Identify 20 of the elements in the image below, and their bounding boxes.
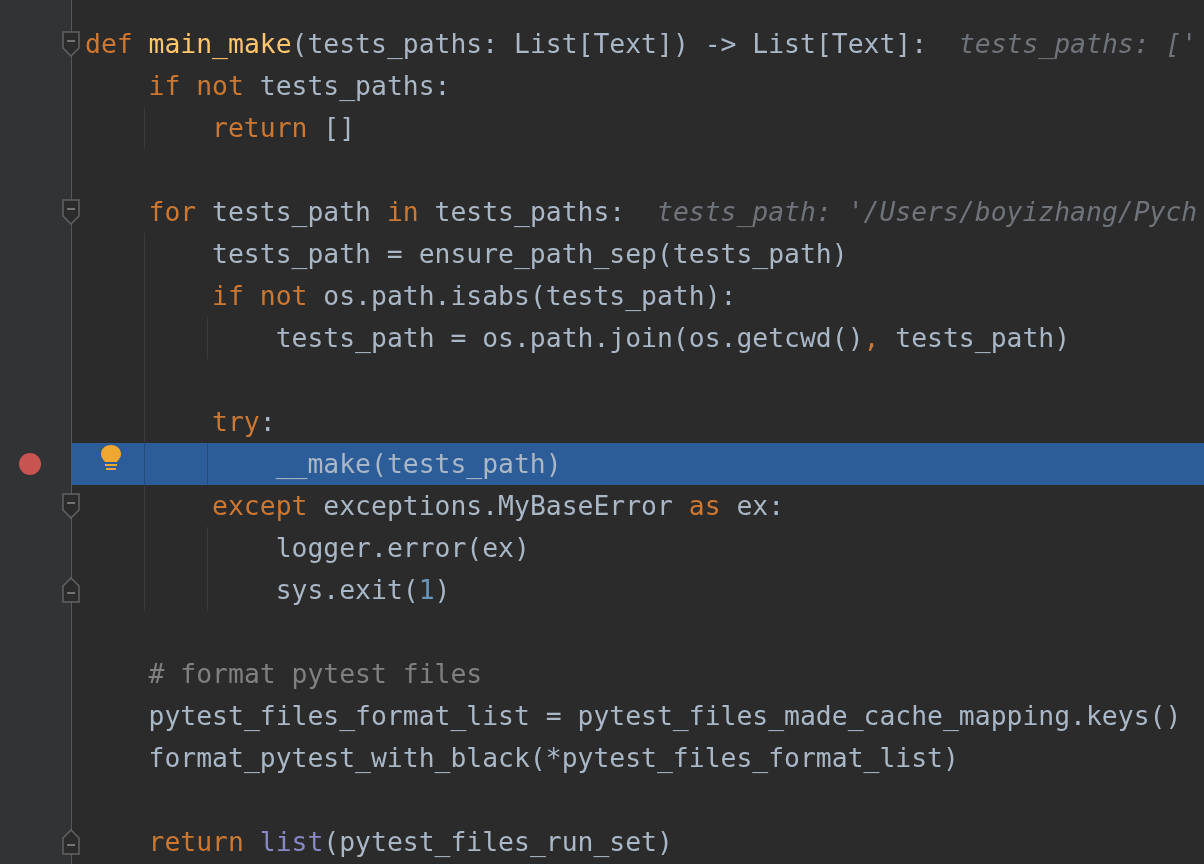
code-line: if not os.path.isabs(tests_path): bbox=[72, 275, 1204, 317]
fold-icon[interactable] bbox=[62, 199, 80, 225]
code-line: # format pytest files bbox=[147, 657, 484, 691]
code-line: return [] bbox=[72, 107, 1204, 149]
fold-icon[interactable] bbox=[62, 829, 80, 855]
breakpoint-icon[interactable] bbox=[19, 453, 41, 475]
code-line: format_pytest_with_black(*pytest_files_format_list) bbox=[147, 741, 960, 775]
code-line: if not tests_paths: bbox=[147, 69, 452, 103]
code-line: pytest_files_format_list = pytest_files_made_cache_mapping.keys() bbox=[147, 699, 1183, 733]
fold-icon[interactable] bbox=[62, 577, 80, 603]
code-line: for tests_path in tests_paths: tests_path: '/Users/boyizhang/Pych bbox=[147, 195, 1199, 229]
code-line: tests_path = ensure_path_sep(tests_path) bbox=[72, 233, 1204, 275]
fold-icon[interactable] bbox=[62, 31, 80, 57]
code-line: return list(pytest_files_run_set) bbox=[147, 825, 674, 859]
lightbulb-icon[interactable] bbox=[100, 444, 122, 472]
code-line: try: bbox=[72, 401, 1204, 443]
code-line: def main_make(tests_paths: List[Text]) -> List[Text]: tests_paths: [' bbox=[84, 27, 1199, 61]
code-line: logger.error(ex) bbox=[72, 527, 1204, 569]
fold-icon[interactable] bbox=[62, 493, 80, 519]
code-line: tests_path = os.path.join(os.getcwd(), tests_path) bbox=[72, 317, 1204, 359]
